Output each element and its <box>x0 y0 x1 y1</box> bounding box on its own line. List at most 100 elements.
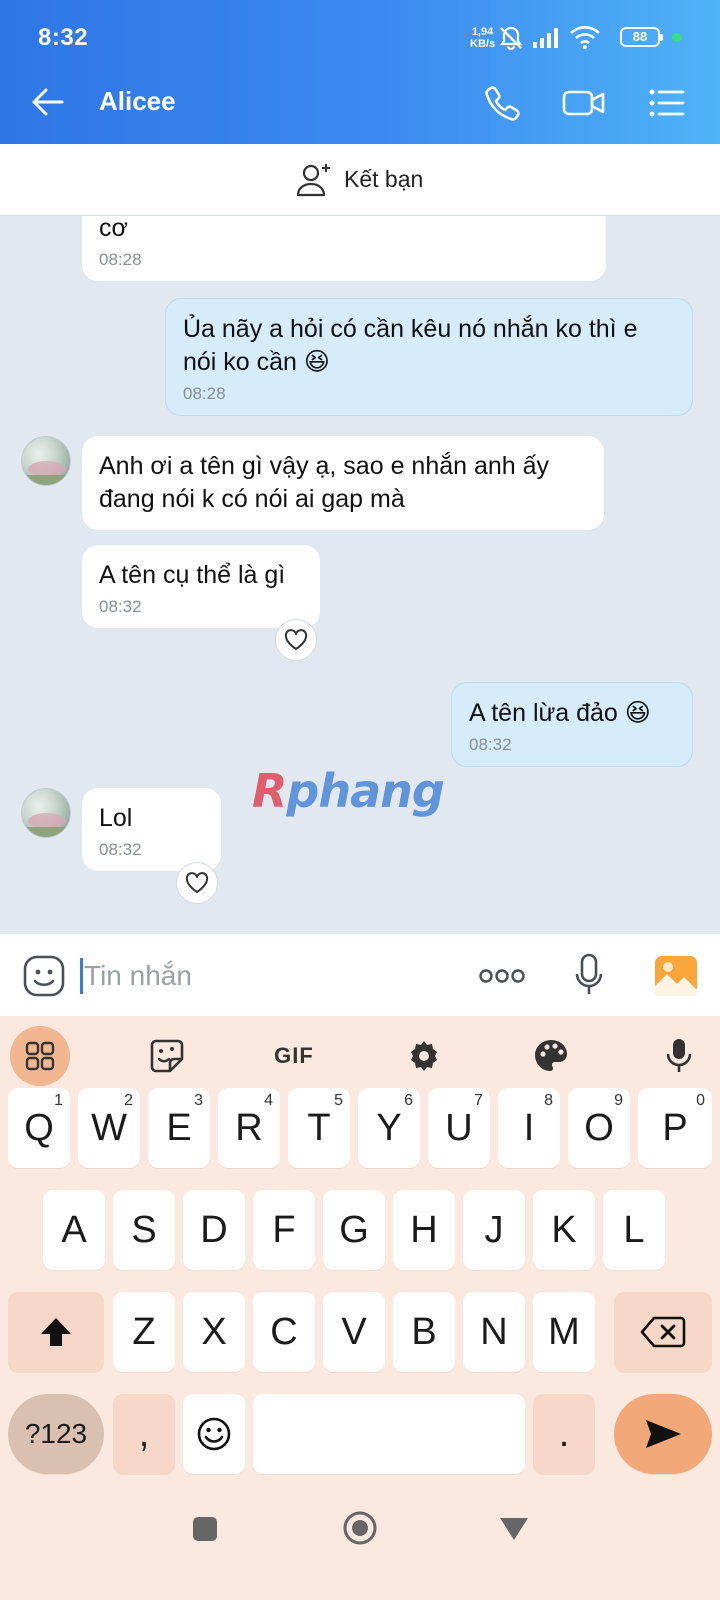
key-y[interactable]: Y6 <box>358 1088 420 1168</box>
key-r[interactable]: R4 <box>218 1088 280 1168</box>
period-key[interactable]: . <box>533 1394 595 1474</box>
key-b[interactable]: B <box>393 1292 455 1372</box>
keyboard-apps-button[interactable] <box>10 1026 70 1086</box>
gif-button[interactable]: GIF <box>266 1028 322 1084</box>
message-time: 08:32 <box>99 597 142 616</box>
home-circle-icon[interactable] <box>342 1510 378 1546</box>
watermark-logo-text: phang <box>286 764 444 818</box>
message-text: Ủa nãy a hỏi có cần kêu nó nhắn ko thì e… <box>183 315 638 376</box>
key-w[interactable]: W2 <box>78 1088 140 1168</box>
message-bubble-outgoing[interactable]: Ủa nãy a hỏi có cần kêu nó nhắn ko thì e… <box>165 298 693 416</box>
keyboard-settings-button[interactable] <box>396 1028 452 1084</box>
key-i[interactable]: I8 <box>498 1088 560 1168</box>
key-v[interactable]: V <box>323 1292 385 1372</box>
key-k[interactable]: K <box>533 1190 595 1270</box>
key-label: O <box>584 1106 614 1149</box>
key-label: I <box>523 1106 535 1149</box>
video-camera-icon[interactable] <box>561 82 607 124</box>
smiley-icon <box>197 1417 231 1451</box>
gif-label: GIF <box>274 1043 314 1068</box>
key-q[interactable]: Q1 <box>8 1088 70 1168</box>
add-user-icon <box>296 164 330 197</box>
message-bubble-outgoing[interactable]: A tên lừa đảo 😆 08:32 <box>451 682 693 767</box>
key-hint: 3 <box>194 1092 203 1109</box>
message-bubble-incoming[interactable]: Anh ơi a tên gì vậy ạ, sao e nhắn anh ấy… <box>82 436 604 530</box>
emoji-key[interactable] <box>183 1394 245 1474</box>
emoji-icon[interactable] <box>22 954 66 998</box>
key-u[interactable]: U7 <box>428 1088 490 1168</box>
send-key[interactable] <box>614 1394 712 1474</box>
key-g[interactable]: G <box>323 1190 385 1270</box>
key-label: E <box>166 1106 192 1149</box>
key-l[interactable]: L <box>603 1190 665 1270</box>
more-dots-icon[interactable] <box>478 966 526 986</box>
key-e[interactable]: E3 <box>148 1088 210 1168</box>
key-j[interactable]: J <box>463 1190 525 1270</box>
image-icon[interactable] <box>653 954 699 996</box>
shift-arrow-icon <box>41 1318 71 1346</box>
key-x[interactable]: X <box>183 1292 245 1372</box>
key-h[interactable]: H <box>393 1190 455 1270</box>
key-n[interactable]: N <box>463 1292 525 1372</box>
key-hint: 6 <box>404 1092 413 1109</box>
palette-icon <box>535 1040 567 1071</box>
key-d[interactable]: D <box>183 1190 245 1270</box>
key-p[interactable]: P0 <box>638 1088 712 1168</box>
theme-button[interactable] <box>523 1028 579 1084</box>
react-heart-button[interactable] <box>176 862 218 904</box>
key-t[interactable]: T5 <box>288 1088 350 1168</box>
network-speed-unit: KB/s <box>470 38 496 50</box>
sticker-button[interactable] <box>139 1028 195 1084</box>
add-friend-button[interactable]: Kết bạn <box>296 160 423 198</box>
list-menu-icon[interactable] <box>645 82 687 124</box>
avatar[interactable] <box>21 788 71 838</box>
spacebar[interactable] <box>253 1394 525 1474</box>
key-c[interactable]: C <box>253 1292 315 1372</box>
key-o[interactable]: O9 <box>568 1088 630 1168</box>
microphone-icon[interactable] <box>574 952 604 998</box>
message-text: cơ <box>99 216 128 242</box>
key-f[interactable]: F <box>253 1190 315 1270</box>
message-text: A tên lừa đảo 😆 <box>469 699 651 727</box>
voice-input-button[interactable] <box>651 1028 707 1084</box>
message-bubble-incoming[interactable]: Lol 08:32 <box>82 788 221 871</box>
symbols-key[interactable]: ?123 <box>8 1394 104 1474</box>
phone-icon[interactable] <box>482 82 524 124</box>
message-bubble-incoming[interactable]: A tên cụ thể là gì 08:32 <box>82 545 320 628</box>
add-friend-bar: Kết bạn <box>0 144 720 216</box>
top-bar: 8:32 1,94 KB/s 88 Alicee <box>0 0 720 144</box>
react-heart-button[interactable] <box>275 619 317 661</box>
shift-key[interactable] <box>8 1292 104 1372</box>
recents-square-icon[interactable] <box>192 1516 218 1542</box>
system-nav-bar <box>0 1488 720 1600</box>
status-bar: 8:32 1,94 KB/s 88 <box>0 0 720 62</box>
avatar[interactable] <box>21 436 71 486</box>
backspace-key[interactable] <box>614 1292 712 1372</box>
key-label: U <box>445 1106 473 1149</box>
wifi-icon <box>570 26 600 49</box>
heart-icon <box>185 872 209 893</box>
key-hint: 0 <box>696 1092 705 1109</box>
arrow-left-icon[interactable] <box>30 84 66 120</box>
back-triangle-icon[interactable] <box>498 1516 530 1542</box>
key-hint: 4 <box>264 1092 273 1109</box>
key-label: W <box>91 1106 127 1149</box>
chat-title[interactable]: Alicee <box>99 86 176 117</box>
message-list[interactable]: cơ 08:28 Ủa nãy a hỏi có cần kêu nó nhắn… <box>0 216 720 934</box>
message-input[interactable]: Tin nhắn <box>84 960 192 992</box>
heart-icon <box>284 629 308 650</box>
key-z[interactable]: Z <box>113 1292 175 1372</box>
key-a[interactable]: A <box>43 1190 105 1270</box>
status-time: 8:32 <box>38 24 89 51</box>
key-m[interactable]: M <box>533 1292 595 1372</box>
key-label: P <box>662 1106 688 1149</box>
key-s[interactable]: S <box>113 1190 175 1270</box>
key-hint: 5 <box>334 1092 343 1109</box>
bell-muted-icon <box>499 26 523 51</box>
gear-icon <box>411 1041 437 1071</box>
comma-key[interactable]: , <box>113 1394 175 1474</box>
send-icon <box>646 1420 681 1448</box>
network-speed-value: 1,94 <box>471 26 494 38</box>
message-bubble-incoming[interactable]: cơ 08:28 <box>82 216 606 281</box>
key-hint: 8 <box>544 1092 553 1109</box>
